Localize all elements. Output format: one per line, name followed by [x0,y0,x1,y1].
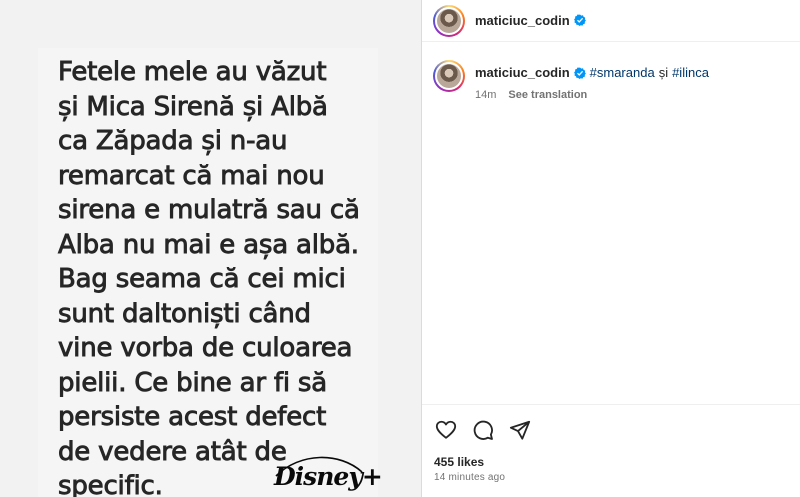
instagram-post-view: Fetele mele au văzut și Mica Sirenă și A… [0,0,800,497]
avatar[interactable] [433,4,465,37]
caption-meta: 14m See translation [475,89,709,101]
caption-body: maticiuc_codin #smaranda și #ilinca 14m … [475,65,709,101]
caption-connector: și [658,65,669,80]
caption-time: 14m [475,89,497,101]
likes-count[interactable]: 455 likes [434,455,484,469]
caption-line: maticiuc_codin #smaranda și #ilinca [475,65,709,80]
hashtag-link-ilinca[interactable]: #ilinca [672,65,709,80]
actions-separator [422,404,800,405]
post-header: maticiuc_codin [422,0,800,42]
like-button[interactable] [434,418,458,442]
post-image-text: Fetele mele au văzut și Mica Sirenă și A… [58,57,361,497]
action-bar [434,418,532,442]
comment-icon [473,420,493,440]
verified-badge-icon [573,14,586,26]
caption-avatar[interactable] [433,60,465,92]
heart-icon [435,420,457,439]
post-timestamp[interactable]: 14 minutes ago [434,472,505,483]
share-button[interactable] [508,418,532,442]
caption: maticiuc_codin #smaranda și #ilinca 14m … [433,60,709,101]
post-image[interactable]: Fetele mele au văzut și Mica Sirenă și A… [0,0,421,497]
verified-badge-icon [573,67,586,79]
caption-username[interactable]: maticiuc_codin [475,65,570,80]
disney-plus-logo: Disney+ [274,454,383,497]
post-details-panel: maticiuc_codin maticiuc_codin #smaranda … [422,0,800,497]
see-translation-button[interactable]: See translation [508,89,587,101]
comment-button[interactable] [471,418,495,442]
paper-plane-icon [509,420,531,440]
hashtag-link-smaranda[interactable]: #smaranda [590,65,655,80]
header-username[interactable]: maticiuc_codin [475,13,586,28]
disney-arc-icon [275,456,363,477]
